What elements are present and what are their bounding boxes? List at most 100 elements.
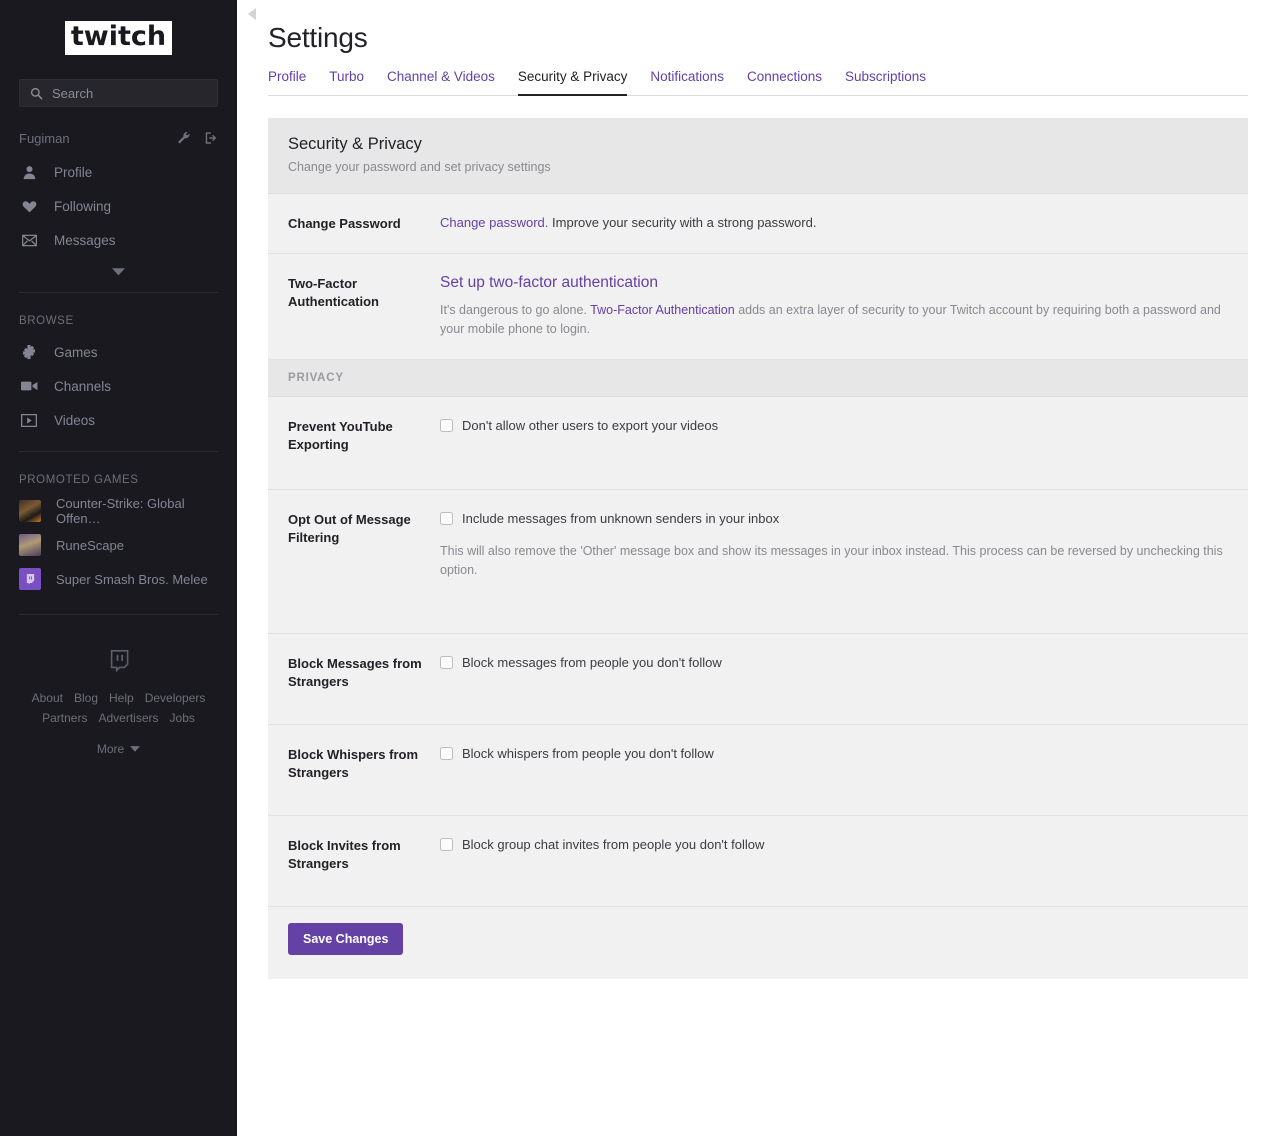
change-password-hint: Improve your security with a strong pass…	[548, 215, 816, 230]
sidebar-item-label: Profile	[54, 165, 92, 180]
promoted-game-label: RuneScape	[56, 538, 124, 553]
footer-link[interactable]: Developers	[145, 691, 206, 705]
block-messages-row: Block Messages from Strangers Block mess…	[268, 634, 1248, 725]
tab-connections[interactable]: Connections	[747, 69, 822, 95]
sidebar-item-label: Following	[54, 199, 111, 214]
sidebar-item-following[interactable]: Following	[19, 189, 218, 223]
browse-section-title: BROWSE	[19, 293, 218, 335]
panel-header: Security & Privacy Change your password …	[268, 118, 1248, 194]
opt-out-message-filtering-row: Opt Out of Message Filtering Include mes…	[268, 490, 1248, 634]
row-label: Two-Factor Authentication	[288, 274, 440, 339]
main-content: Settings Profile Turbo Channel & Videos …	[237, 0, 1272, 1136]
twitch-settings-page: twitch Search Fugiman Profile	[0, 0, 1272, 1136]
save-changes-button[interactable]: Save Changes	[288, 923, 403, 955]
prevent-youtube-exporting-checkbox[interactable]: Don't allow other users to export your v…	[440, 417, 1228, 435]
person-icon	[19, 165, 39, 180]
row-body: Don't allow other users to export your v…	[440, 417, 1228, 469]
promoted-game-item[interactable]: Super Smash Bros. Melee	[19, 562, 218, 596]
footer-link[interactable]: Advertisers	[98, 711, 158, 725]
sidebar-footer: About Blog Help Developers Partners Adve…	[19, 615, 218, 756]
promoted-games-title: PROMOTED GAMES	[19, 452, 218, 494]
checkbox-box[interactable]	[440, 512, 453, 525]
tab-profile[interactable]: Profile	[268, 69, 306, 95]
sidebar-item-label: Videos	[54, 413, 95, 428]
two-factor-authentication-link[interactable]: Two-Factor Authentication	[590, 303, 735, 317]
row-body: Include messages from unknown senders in…	[440, 510, 1228, 613]
footer-link[interactable]: Blog	[74, 691, 98, 705]
game-thumbnail	[19, 500, 41, 522]
panel-actions: Save Changes	[268, 907, 1248, 979]
game-thumbnail	[19, 534, 41, 556]
sidebar-item-label: Games	[54, 345, 98, 360]
gamepad-icon	[19, 344, 39, 360]
two-factor-row: Two-Factor Authentication Set up two-fac…	[268, 254, 1248, 360]
user-name[interactable]: Fugiman	[19, 131, 70, 146]
search-icon	[30, 87, 43, 100]
sidebar-item-label: Channels	[54, 379, 111, 394]
promoted-game-label: Super Smash Bros. Melee	[56, 572, 208, 587]
promoted-game-label: Counter-Strike: Global Offen…	[56, 496, 218, 526]
search-placeholder: Search	[52, 86, 93, 101]
row-body: Set up two-factor authentication It's da…	[440, 274, 1228, 339]
row-label: Opt Out of Message Filtering	[288, 510, 440, 613]
page-title: Settings	[268, 22, 1248, 69]
change-password-row: Change Password Change password. Improve…	[268, 194, 1248, 254]
user-row: Fugiman	[19, 121, 218, 155]
security-privacy-panel: Security & Privacy Change your password …	[268, 118, 1248, 979]
block-whispers-checkbox[interactable]: Block whispers from people you don't fol…	[440, 745, 1228, 763]
footer-more-toggle[interactable]: More	[19, 725, 218, 756]
panel-subtitle: Change your password and set privacy set…	[288, 154, 1228, 174]
sidebar-item-label: Messages	[54, 233, 116, 248]
row-label: Change Password	[288, 214, 440, 233]
checkbox-box[interactable]	[440, 747, 453, 760]
footer-link[interactable]: Partners	[42, 711, 87, 725]
row-body: Block whispers from people you don't fol…	[440, 745, 1228, 795]
row-label: Block Invites from Strangers	[288, 836, 440, 886]
sidebar-expand-toggle[interactable]	[19, 257, 218, 287]
tab-channel-and-videos[interactable]: Channel & Videos	[387, 69, 495, 95]
twitch-logo[interactable]: twitch	[19, 0, 218, 76]
footer-link[interactable]: Help	[109, 691, 134, 705]
collapse-sidebar-icon[interactable]	[248, 8, 256, 20]
row-body: Block group chat invites from people you…	[440, 836, 1228, 886]
tab-turbo[interactable]: Turbo	[329, 69, 364, 95]
sidebar-item-videos[interactable]: Videos	[19, 403, 218, 437]
setup-two-factor-link[interactable]: Set up two-factor authentication	[440, 274, 1228, 301]
footer-link[interactable]: Jobs	[170, 711, 195, 725]
panel-title: Security & Privacy	[288, 135, 1228, 154]
game-thumbnail	[19, 568, 41, 590]
heart-icon	[19, 199, 39, 214]
block-invites-checkbox[interactable]: Block group chat invites from people you…	[440, 836, 1228, 854]
search-input[interactable]: Search	[19, 79, 218, 107]
row-label: Block Messages from Strangers	[288, 654, 440, 704]
checkbox-box[interactable]	[440, 838, 453, 851]
privacy-section-heading: PRIVACY	[268, 360, 1248, 397]
promoted-game-item[interactable]: Counter-Strike: Global Offen…	[19, 494, 218, 528]
checkbox-label: Block messages from people you don't fol…	[462, 654, 722, 672]
wrench-icon[interactable]	[177, 131, 191, 145]
logout-icon[interactable]	[204, 131, 218, 145]
tab-security-and-privacy[interactable]: Security & Privacy	[518, 69, 628, 95]
video-camera-icon	[19, 380, 39, 392]
envelope-icon	[19, 234, 39, 247]
prevent-youtube-exporting-row: Prevent YouTube Exporting Don't allow ot…	[268, 397, 1248, 490]
promoted-game-item[interactable]: RuneScape	[19, 528, 218, 562]
checkbox-label: Block group chat invites from people you…	[462, 836, 764, 854]
sidebar-item-channels[interactable]: Channels	[19, 369, 218, 403]
change-password-link[interactable]: Change password.	[440, 215, 548, 230]
sidebar-item-games[interactable]: Games	[19, 335, 218, 369]
checkbox-box[interactable]	[440, 419, 453, 432]
opt-out-message-filtering-checkbox[interactable]: Include messages from unknown senders in…	[440, 510, 1228, 528]
row-label: Block Whispers from Strangers	[288, 745, 440, 795]
tab-notifications[interactable]: Notifications	[650, 69, 724, 95]
tab-subscriptions[interactable]: Subscriptions	[845, 69, 926, 95]
checkbox-box[interactable]	[440, 656, 453, 669]
footer-more-label: More	[97, 742, 124, 756]
sidebar-item-profile[interactable]: Profile	[19, 155, 218, 189]
footer-link[interactable]: About	[32, 691, 63, 705]
sidebar: twitch Search Fugiman Profile	[0, 0, 237, 1136]
checkbox-label: Block whispers from people you don't fol…	[462, 745, 714, 763]
sidebar-item-messages[interactable]: Messages	[19, 223, 218, 257]
block-messages-checkbox[interactable]: Block messages from people you don't fol…	[440, 654, 1228, 672]
desc-before: It's dangerous to go alone.	[440, 303, 590, 317]
